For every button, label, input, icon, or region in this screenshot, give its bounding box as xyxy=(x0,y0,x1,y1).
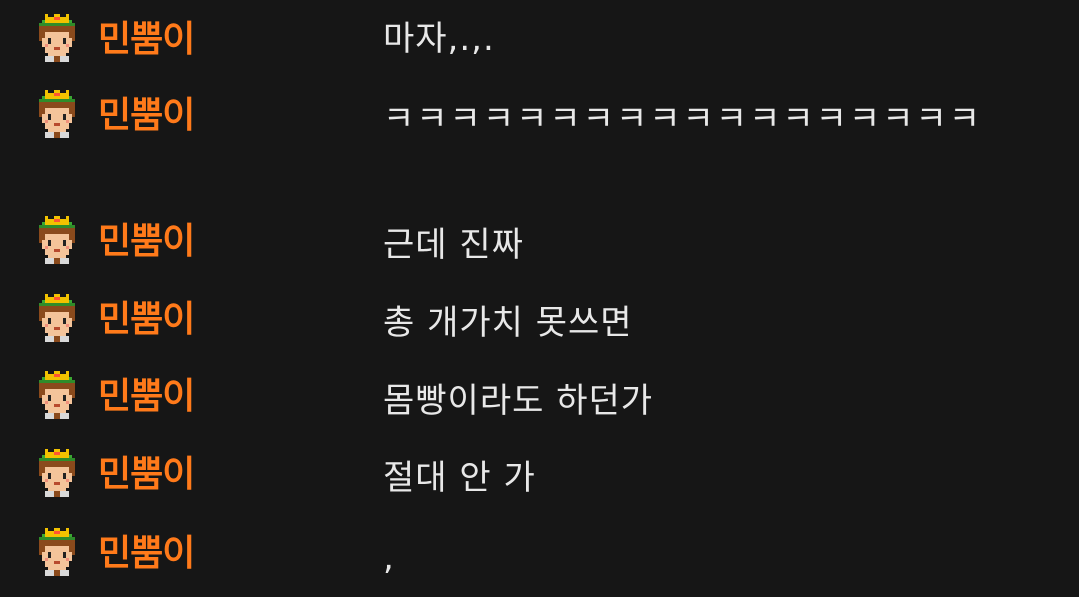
message-text: 마자,.,. xyxy=(383,19,495,59)
message-text: 근데 진짜 xyxy=(383,225,524,265)
message-text: 절대 안 가 xyxy=(383,458,536,498)
pixel-crowned-character-icon[interactable] xyxy=(33,528,81,576)
username[interactable]: 민뿜이 xyxy=(98,218,195,266)
message-text: 몸빵이라도 하던가 xyxy=(383,381,654,421)
pixel-crowned-character-icon[interactable] xyxy=(33,294,81,342)
pixel-crowned-character-icon[interactable] xyxy=(33,14,81,62)
username[interactable]: 민뿜이 xyxy=(98,530,195,578)
message-text: , xyxy=(383,538,395,578)
username[interactable]: 민뿜이 xyxy=(98,92,195,140)
pixel-crowned-character-icon[interactable] xyxy=(33,449,81,497)
message-text: ㅋㅋㅋㅋㅋㅋㅋㅋㅋㅋㅋㅋㅋㅋㅋㅋㅋㅋ xyxy=(383,99,983,139)
message-text: 총 개가치 못쓰면 xyxy=(383,303,633,343)
pixel-crowned-character-icon[interactable] xyxy=(33,90,81,138)
username[interactable]: 민뿜이 xyxy=(98,373,195,421)
username[interactable]: 민뿜이 xyxy=(98,451,195,499)
username[interactable]: 민뿜이 xyxy=(98,296,195,344)
pixel-crowned-character-icon[interactable] xyxy=(33,371,81,419)
pixel-crowned-character-icon[interactable] xyxy=(33,216,81,264)
chat-log: 민뿜이 마자,.,. 민뿜이 ㅋㅋㅋㅋㅋㅋㅋㅋㅋㅋㅋㅋㅋㅋㅋㅋㅋㅋ 민뿜이 근데… xyxy=(0,0,1079,597)
username[interactable]: 민뿜이 xyxy=(98,16,195,64)
